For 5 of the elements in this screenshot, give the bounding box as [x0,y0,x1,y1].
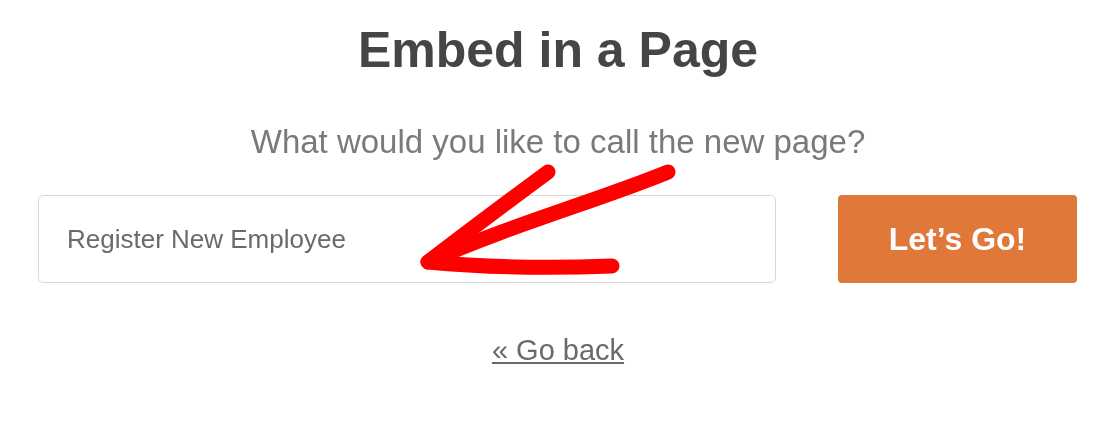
input-field[interactable]: Register New Employee [38,195,776,283]
back-link[interactable]: « Go back [491,333,625,367]
submit-button[interactable]: Let’s Go! [838,195,1077,283]
prompt-text: What would you like to call the new page? [250,122,866,162]
page-title: Embed in a Page [357,21,759,80]
